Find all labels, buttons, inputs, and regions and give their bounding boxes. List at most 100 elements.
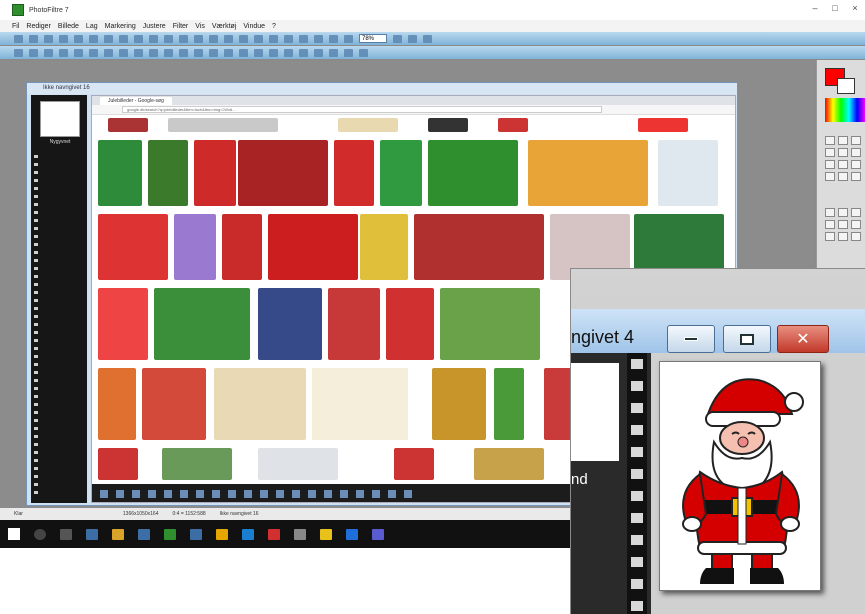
clipart-thumbnail[interactable] [360, 214, 408, 280]
blur-tool-icon[interactable] [838, 160, 848, 169]
lasso-shape-icon[interactable] [825, 232, 835, 241]
shadow-icon[interactable] [254, 48, 263, 57]
crop-icon[interactable] [224, 34, 233, 43]
brush-tool-icon[interactable] [825, 160, 835, 169]
canvas-size-icon[interactable] [179, 34, 188, 43]
windows-start-icon[interactable] [8, 528, 20, 540]
clipart-thumbnail[interactable] [148, 140, 188, 206]
taskbar-app-icon[interactable] [242, 528, 254, 540]
minimize-button[interactable] [667, 325, 715, 353]
scan-icon[interactable] [74, 34, 83, 43]
maximize-icon[interactable]: □ [828, 3, 842, 13]
clipart-thumbnail[interactable] [142, 368, 206, 440]
menu-item-vindue[interactable]: Vindue [243, 23, 265, 30]
menu-item-filter[interactable]: Filter [173, 23, 189, 30]
copy-icon[interactable] [134, 34, 143, 43]
color-icon[interactable] [299, 34, 308, 43]
redo-icon[interactable] [104, 34, 113, 43]
clipart-thumbnail[interactable] [386, 288, 434, 360]
grayscale-icon[interactable] [104, 48, 113, 57]
rounded-shape-icon[interactable] [851, 208, 861, 217]
blur-icon[interactable] [134, 48, 143, 57]
auto-levels-icon[interactable] [14, 48, 23, 57]
menu-item-rediger[interactable]: Rediger [26, 23, 51, 30]
fill-tool-icon[interactable] [838, 148, 848, 157]
rotate-icon[interactable] [194, 34, 203, 43]
contrast-icon[interactable] [254, 34, 263, 43]
clipart-thumbnail[interactable] [268, 214, 358, 280]
zoom-in-icon[interactable] [329, 34, 338, 43]
taskbar-app-icon[interactable] [216, 528, 228, 540]
taskbar-app-icon[interactable] [268, 528, 280, 540]
menu-item-fil[interactable]: Fil [12, 23, 19, 30]
gradient-icon[interactable] [344, 48, 353, 57]
menu-item-markering[interactable]: Markering [105, 23, 136, 30]
ellipse-shape-icon[interactable] [838, 208, 848, 217]
clipart-thumbnail[interactable] [638, 118, 688, 132]
clipart-thumbnail[interactable] [414, 214, 544, 280]
menu-item-vis[interactable]: Vis [195, 23, 205, 30]
sharpen-icon[interactable] [149, 48, 158, 57]
clipart-thumbnail[interactable] [98, 448, 138, 480]
new-file-icon[interactable] [14, 34, 23, 43]
clipart-thumbnail[interactable] [428, 140, 518, 206]
eraser-tool-icon[interactable] [825, 172, 835, 181]
transparency-icon[interactable] [284, 48, 293, 57]
zoom-thumbnail-panel[interactable] [571, 363, 619, 461]
clipart-thumbnail[interactable] [108, 118, 148, 132]
print-icon[interactable] [59, 34, 68, 43]
text-icon[interactable] [269, 48, 278, 57]
texture-icon[interactable] [224, 48, 233, 57]
star-shape-icon[interactable] [851, 232, 861, 241]
less-contrast-icon[interactable] [74, 48, 83, 57]
clipart-thumbnail[interactable] [174, 214, 216, 280]
clipart-thumbnail[interactable] [338, 118, 398, 132]
noise-icon[interactable] [164, 48, 173, 57]
fade-icon[interactable] [299, 48, 308, 57]
taskbar-app-icon[interactable] [372, 528, 384, 540]
stamp-icon[interactable] [359, 48, 368, 57]
open-file-icon[interactable] [29, 34, 38, 43]
clipart-thumbnail[interactable] [98, 368, 136, 440]
cut-icon[interactable] [119, 34, 128, 43]
clipart-thumbnail[interactable] [98, 140, 142, 206]
lighten-icon[interactable] [44, 48, 53, 57]
polygon-shape-icon[interactable] [838, 232, 848, 241]
sepia-icon[interactable] [119, 48, 128, 57]
clipart-thumbnail[interactable] [154, 288, 250, 360]
clipart-thumbnail[interactable] [258, 288, 322, 360]
clipart-thumbnail[interactable] [334, 140, 374, 206]
outline-icon[interactable] [194, 48, 203, 57]
diamond-shape-icon[interactable] [825, 220, 835, 229]
mask-icon[interactable] [329, 48, 338, 57]
saturation-icon[interactable] [269, 34, 278, 43]
flip-icon[interactable] [209, 34, 218, 43]
zoom-select[interactable]: 78% [359, 34, 387, 43]
clipart-thumbnail[interactable] [528, 140, 648, 206]
clipart-thumbnail[interactable] [194, 140, 236, 206]
clipart-thumbnail[interactable] [658, 140, 718, 206]
triangle-shape-icon[interactable] [838, 220, 848, 229]
brightness-icon[interactable] [239, 34, 248, 43]
image-size-icon[interactable] [164, 34, 173, 43]
taskbar-app-icon[interactable] [138, 528, 150, 540]
frame-icon[interactable] [239, 48, 248, 57]
wand-tool-icon[interactable] [851, 136, 861, 145]
document-thumbnail[interactable] [40, 101, 80, 137]
auto-contrast-icon[interactable] [29, 48, 38, 57]
line-tool-icon[interactable] [825, 148, 835, 157]
select-tool-icon[interactable] [825, 136, 835, 145]
clipart-thumbnail[interactable] [214, 368, 306, 440]
photofiltre-taskbar-icon[interactable] [164, 528, 176, 540]
save-icon[interactable] [44, 34, 53, 43]
taskbar-app-icon[interactable] [320, 528, 332, 540]
clipart-thumbnail[interactable] [432, 368, 486, 440]
clone-tool-icon[interactable] [838, 172, 848, 181]
menu-item-vaerktoj[interactable]: Værktøj [212, 23, 237, 30]
clipart-thumbnail[interactable] [222, 214, 262, 280]
gamma-icon[interactable] [284, 34, 293, 43]
clipart-thumbnail[interactable] [312, 368, 408, 440]
clipart-thumbnail[interactable] [98, 214, 168, 280]
rect-shape-icon[interactable] [825, 208, 835, 217]
picker-tool-icon[interactable] [838, 136, 848, 145]
